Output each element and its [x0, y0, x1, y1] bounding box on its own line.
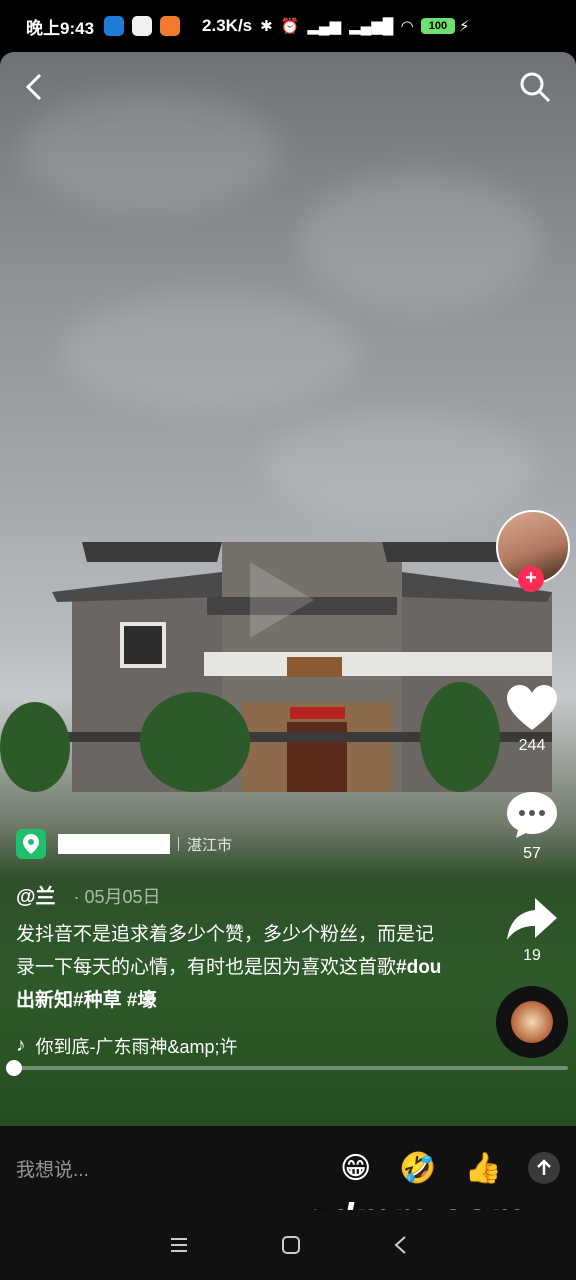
video-progress[interactable] [5, 1060, 568, 1076]
send-icon [537, 1159, 551, 1175]
location-separator [178, 837, 179, 851]
menu-icon[interactable] [169, 1236, 189, 1254]
hashtag[interactable]: #种草 [73, 990, 122, 1011]
search-button[interactable] [518, 70, 552, 104]
author-name[interactable]: @兰 [16, 880, 56, 909]
system-nav-bar [0, 1210, 576, 1280]
comment-input[interactable]: 我想说... [16, 1155, 312, 1182]
charging-icon: ⚡ [458, 18, 470, 35]
tree [0, 702, 70, 792]
video-caption: 发抖音不是追求着多少个赞，多少个粉丝，而是记录一下每天的心情，有时也是因为喜欢这… [16, 918, 446, 1017]
share-count: 19 [523, 947, 541, 964]
home-icon[interactable] [281, 1235, 301, 1255]
grin-emoji-button[interactable]: 😁 [340, 1151, 371, 1186]
signal-icon: ▂▄▆ [307, 18, 342, 35]
like-button[interactable]: 244 [500, 684, 564, 755]
hashtag[interactable]: #壕 [122, 990, 157, 1011]
like-count: 244 [518, 737, 546, 754]
location-tag[interactable]: 湛江市 [16, 828, 232, 860]
music-title: 你到底-广东雨神&amp;许 [35, 1037, 238, 1057]
music-disc[interactable] [496, 986, 568, 1058]
network-speed: 2.3K/s [202, 16, 253, 35]
status-time: 晚上9:43 [26, 18, 95, 38]
play-overlay-icon [250, 562, 314, 638]
follow-button[interactable]: + [518, 566, 544, 592]
back-button[interactable] [18, 70, 52, 104]
music-info[interactable]: ♪ 你到底-广东雨神&amp;许 [16, 1033, 238, 1059]
progress-knob[interactable] [5, 1060, 22, 1076]
send-button[interactable] [528, 1152, 560, 1184]
cloud [60, 292, 360, 412]
laugh-emoji-button[interactable]: 🤣 [399, 1151, 436, 1186]
comment-button[interactable]: 57 [500, 790, 564, 863]
music-note-icon: ♪ [16, 1035, 26, 1056]
share-button[interactable]: 19 [500, 896, 564, 965]
back-nav-icon[interactable] [393, 1235, 407, 1255]
wifi-icon: ◠ [401, 18, 413, 35]
share-icon [507, 898, 557, 940]
search-icon [520, 72, 551, 103]
location-name-redacted [58, 834, 170, 854]
status-bar: 晚上9:43 2.3K/s ✱ ⏰ ▂▄▆ ▂▄▆█ ◠ 100 ⚡ [0, 0, 576, 52]
comment-icon [507, 792, 557, 838]
heart-icon [507, 685, 557, 730]
app-notification-icon [104, 16, 125, 36]
bluetooth-icon: ✱ [260, 18, 273, 35]
music-cover [511, 1001, 553, 1043]
post-date: · 05月05日 [73, 887, 161, 907]
app-notification-icon [132, 16, 153, 36]
tree [420, 682, 500, 792]
app-notification-icon [160, 16, 181, 36]
cloud [260, 412, 540, 522]
back-icon [25, 73, 42, 101]
battery-icon: 100 [420, 18, 455, 34]
tree [140, 692, 250, 792]
cloud [300, 172, 540, 312]
thumbs-up-emoji-button[interactable]: 👍 [465, 1151, 502, 1186]
author-line: @兰 · 05月05日 [16, 880, 161, 909]
location-city: 湛江市 [187, 836, 233, 854]
location-pin-icon [16, 829, 46, 859]
signal-hd-icon: ▂▄▆█ [349, 18, 394, 35]
alarm-icon: ⏰ [280, 18, 300, 35]
comment-count: 57 [523, 845, 541, 862]
cloud [20, 92, 280, 212]
caption-text: 发抖音不是追求着多少个赞，多少个粉丝，而是记录一下每天的心情，有时也是因为喜欢这… [16, 924, 435, 978]
